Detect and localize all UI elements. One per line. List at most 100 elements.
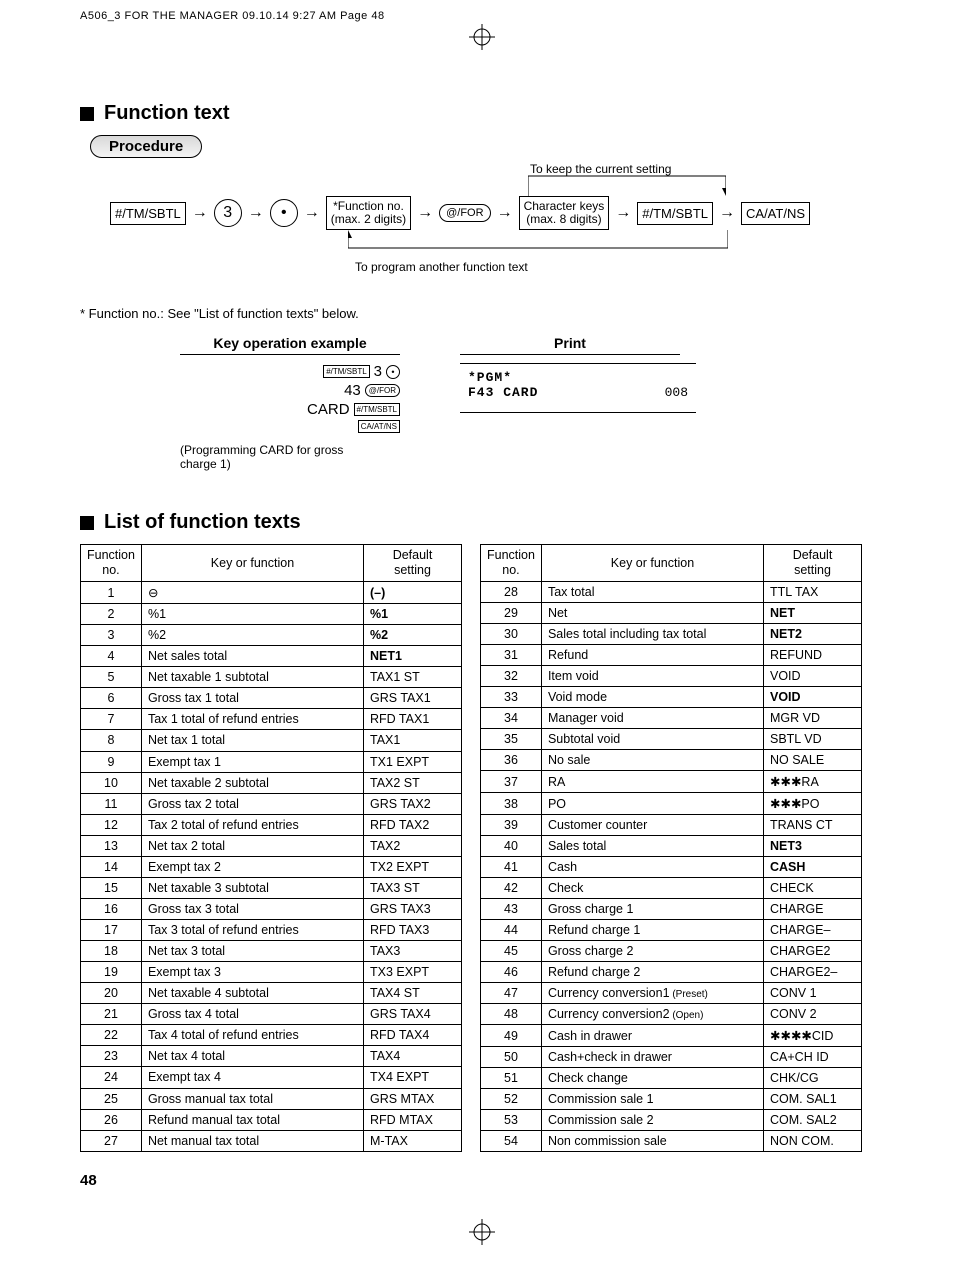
table-row: 40Sales totalNET3 (481, 836, 862, 857)
table-row: 28Tax totalTTL TAX (481, 582, 862, 603)
arrow-right-icon: → (615, 204, 631, 222)
arrow-right-icon: → (248, 204, 264, 222)
th-function-no: Functionno. (481, 545, 542, 582)
table-row: 37RA✱✱✱RA (481, 771, 862, 793)
running-header: A506_3 FOR THE MANAGER 09.10.14 9:27 AM … (80, 10, 884, 22)
table-row: 41CashCASH (481, 857, 862, 878)
flow-note-bottom: To program another function text (355, 260, 528, 274)
key-dot: • (270, 199, 298, 227)
table-row: 26Refund manual tax totalRFD MTAX (81, 1109, 462, 1130)
arrow-right-icon: → (719, 204, 735, 222)
table-row: 4Net sales totalNET1 (81, 646, 462, 667)
table-row: 36No saleNO SALE (481, 750, 862, 771)
table-row: 14Exempt tax 2TX2 EXPT (81, 856, 462, 877)
print-output: *PGM* F43 CARD 008 (460, 363, 696, 413)
table-row: 47Currency conversion1 (Preset)CONV 1 (481, 983, 862, 1004)
table-row: 6Gross tax 1 totalGRS TAX1 (81, 688, 462, 709)
footnote: * Function no.: See "List of function te… (80, 306, 884, 321)
table-row: 31RefundREFUND (481, 645, 862, 666)
table-row: 54Non commission saleNON COM. (481, 1131, 862, 1152)
example-line-3: CARD #/TM/SBTL (230, 401, 400, 418)
th-key-function: Key or function (141, 545, 363, 582)
square-bullet-icon (80, 107, 94, 121)
function-table-left: Functionno. Key or function Defaultsetti… (80, 544, 462, 1152)
example-note: (Programming CARD for gross charge 1) (180, 443, 380, 471)
branch-up-arrow-icon (528, 172, 726, 196)
table-row: 45Gross charge 2CHARGE2 (481, 941, 862, 962)
table-row: 15Net taxable 3 subtotalTAX3 ST (81, 877, 462, 898)
example-line-1: #/TM/SBTL 3 • (230, 363, 400, 380)
table-row: 5Net taxable 1 subtotalTAX1 ST (81, 667, 462, 688)
key-at-for: @/FOR (439, 204, 490, 222)
example-line-4: CA/AT/NS (230, 420, 400, 433)
procedure-flow: To keep the current setting #/TM/SBTL → … (110, 170, 884, 300)
procedure-label: Procedure (80, 135, 884, 158)
table-row: 2%1%1 (81, 604, 462, 625)
key-ca-at-ns: CA/AT/NS (741, 202, 810, 225)
arrow-right-icon: → (192, 204, 208, 222)
arrow-right-icon: → (497, 204, 513, 222)
table-row: 32Item voidVOID (481, 666, 862, 687)
table-row: 49Cash in drawer✱✱✱✱CID (481, 1025, 862, 1047)
section-heading-list: List of function texts (80, 511, 884, 534)
table-row: 51Check changeCHK/CG (481, 1068, 862, 1089)
table-row: 18Net tax 3 totalTAX3 (81, 941, 462, 962)
table-row: 35Subtotal voidSBTL VD (481, 729, 862, 750)
table-row: 30Sales total including tax totalNET2 (481, 624, 862, 645)
table-row: 50Cash+check in drawerCA+CH ID (481, 1047, 862, 1068)
table-row: 11Gross tax 2 totalGRS TAX2 (81, 793, 462, 814)
example-heading: Key operation example (180, 335, 400, 355)
print-heading: Print (460, 335, 680, 355)
table-row: 1⊖(–) (81, 582, 462, 604)
table-row: 22Tax 4 total of refund entriesRFD TAX4 (81, 1025, 462, 1046)
th-default-setting: Defaultsetting (764, 545, 862, 582)
example-line-2: 43 @/FOR (230, 382, 400, 399)
table-row: 42CheckCHECK (481, 878, 862, 899)
key-tm-sbtl: #/TM/SBTL (110, 202, 186, 225)
crop-marks-top (80, 24, 884, 42)
table-row: 3%2%2 (81, 625, 462, 646)
table-row: 52Commission sale 1COM. SAL1 (481, 1089, 862, 1110)
key-tm-sbtl-2: #/TM/SBTL (637, 202, 713, 225)
registration-mark-icon (469, 24, 495, 50)
key-3: 3 (214, 199, 242, 227)
table-row: 9Exempt tax 1TX1 EXPT (81, 751, 462, 772)
table-row: 8Net tax 1 totalTAX1 (81, 730, 462, 751)
table-row: 38PO✱✱✱PO (481, 793, 862, 815)
page: A506_3 FOR THE MANAGER 09.10.14 9:27 AM … (0, 0, 954, 1278)
table-row: 29NetNET (481, 603, 862, 624)
key-function-no: *Function no.(max. 2 digits) (326, 196, 411, 230)
table-row: 48Currency conversion2 (Open)CONV 2 (481, 1004, 862, 1025)
table-row: 17Tax 3 total of refund entriesRFD TAX3 (81, 920, 462, 941)
square-bullet-icon (80, 516, 94, 530)
table-row: 10Net taxable 2 subtotalTAX2 ST (81, 772, 462, 793)
table-row: 24Exempt tax 4TX4 EXPT (81, 1067, 462, 1088)
table-row: 43Gross charge 1CHARGE (481, 899, 862, 920)
table-row: 23Net tax 4 totalTAX4 (81, 1046, 462, 1067)
table-row: 25Gross manual tax totalGRS MTAX (81, 1088, 462, 1109)
example-row: Key operation example #/TM/SBTL 3 • 43 @… (180, 335, 884, 471)
key-character-keys: Character keys(max. 8 digits) (519, 196, 610, 230)
section-heading-function-text: Function text (80, 102, 884, 125)
th-function-no: Functionno. (81, 545, 142, 582)
function-tables: Functionno. Key or function Defaultsetti… (80, 544, 884, 1152)
table-row: 20Net taxable 4 subtotalTAX4 ST (81, 983, 462, 1004)
arrow-right-icon: → (304, 204, 320, 222)
table-row: 33Void modeVOID (481, 687, 862, 708)
table-row: 46Refund charge 2CHARGE2– (481, 962, 862, 983)
th-default-setting: Defaultsetting (364, 545, 462, 582)
function-table-right: Functionno. Key or function Defaultsetti… (480, 544, 862, 1152)
table-row: 16Gross tax 3 totalGRS TAX3 (81, 898, 462, 919)
table-row: 39Customer counterTRANS CT (481, 815, 862, 836)
table-row: 19Exempt tax 3TX3 EXPT (81, 962, 462, 983)
branch-down-arrow-icon (348, 230, 728, 258)
table-row: 7Tax 1 total of refund entriesRFD TAX1 (81, 709, 462, 730)
registration-mark-bottom-icon (80, 1219, 884, 1248)
arrow-right-icon: → (417, 204, 433, 222)
table-row: 27Net manual tax totalM-TAX (81, 1130, 462, 1151)
table-row: 21Gross tax 4 totalGRS TAX4 (81, 1004, 462, 1025)
page-number: 48 (80, 1172, 884, 1189)
table-row: 12Tax 2 total of refund entriesRFD TAX2 (81, 814, 462, 835)
section-title: Function text (104, 102, 230, 125)
table-row: 44Refund charge 1CHARGE– (481, 920, 862, 941)
